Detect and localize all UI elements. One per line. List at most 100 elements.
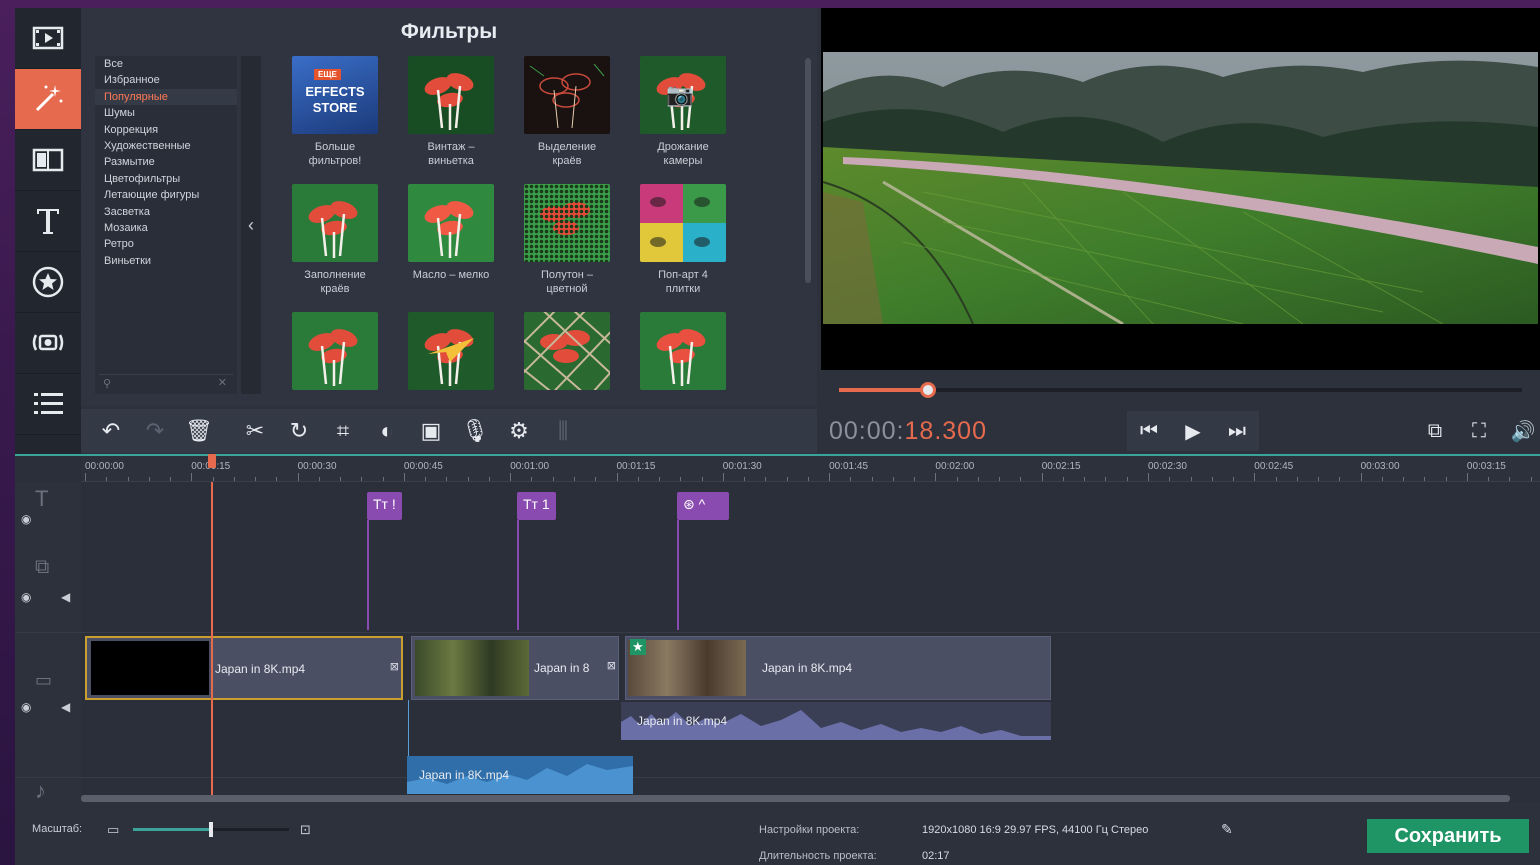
filter-category[interactable]: Засветка [95,204,237,220]
music-clip[interactable]: Japan in 8K.mp4 [407,756,633,794]
filter-category[interactable]: Коррекция [95,122,237,138]
video-clip[interactable]: Japan in 8 ⊠ [411,636,619,700]
tick-mark [1360,473,1362,481]
seek-track[interactable] [839,382,1522,398]
redo-icon: ↷ [145,418,165,443]
tick-mark [573,477,575,481]
playhead[interactable] [211,482,213,798]
filter-tile[interactable]: Винтаж – виньетка [393,56,509,168]
tick-mark [871,477,873,481]
zoom-handle[interactable] [209,822,213,837]
timeline-scrollbar[interactable] [81,795,1510,802]
filter-tile[interactable]: Выделение краёв [509,56,625,168]
crop-button[interactable]: ⌗ [321,411,365,451]
tick-label: 00:02:45 [1254,461,1294,472]
titles-tool[interactable] [15,191,81,252]
eye-icon[interactable]: ◉ [21,590,31,604]
tick-mark [1254,473,1256,481]
color-adjust-button[interactable]: ◐ [365,411,409,451]
filter-category[interactable]: Размытие [95,154,237,170]
filter-category[interactable]: Шумы [95,105,237,121]
filter-tile[interactable]: Заполнение краёв [277,184,393,296]
tick-mark [1062,477,1064,481]
fullscreen-button[interactable]: ⛶ [1457,411,1501,451]
filter-tile[interactable] [277,312,393,390]
import-media-tool[interactable] [15,8,81,69]
filter-category[interactable]: Цветофильтры [95,171,237,187]
undo-button[interactable]: ↶ [89,411,133,451]
filter-tile[interactable] [393,312,509,390]
split-button[interactable]: ✂ [233,411,277,451]
tick-mark [744,477,746,481]
tick-mark [1275,477,1277,481]
category-search[interactable]: ⚲ ✕ [99,374,233,390]
filter-tile[interactable]: Поп-арт 4 плитки [625,184,741,296]
marker-line [367,520,369,630]
filter-category[interactable]: Художественные [95,138,237,154]
filter-category[interactable]: Популярные [95,88,237,106]
filters-scrollbar[interactable] [805,58,811,283]
filter-tile[interactable]: Масло – мелко [393,184,509,282]
eye-icon[interactable]: ◉ [21,700,31,714]
save-button[interactable]: Сохранить [1367,819,1529,853]
zoom-out-icon[interactable]: ▭ [107,822,119,838]
skip-forward-button[interactable]: ⏭ [1215,411,1259,451]
rotate-button[interactable]: ↻ [277,411,321,451]
clear-icon[interactable]: ✕ [218,376,227,389]
filters-tool[interactable] [15,69,81,130]
filter-category[interactable]: Виньетки [95,253,237,269]
filter-tile[interactable]: ЕЩЕ EFFECTS STORE Больше фильтров! [277,56,393,168]
more-tools[interactable] [15,374,81,435]
video-clip[interactable]: Japan in 8K.mp4 ⊠ [85,636,403,700]
filter-category[interactable]: Мозаика [95,220,237,236]
time-ruler[interactable]: 00:00:0000:00:1500:00:3000:00:4500:01:00… [81,456,1540,482]
equalizer-button[interactable]: ⫼ [541,411,585,451]
stickers-tool[interactable] [15,252,81,313]
filter-thumbnail [524,312,610,390]
preview-seek-bar[interactable] [821,370,1540,410]
tick-mark [170,477,172,481]
audio-clip[interactable]: Japan in 8K.mp4 [621,702,1051,740]
marker-label: Tт ! [373,496,396,512]
speaker-icon[interactable]: ◀ [61,590,70,604]
playhead-handle[interactable] [208,454,216,468]
record-audio-button[interactable]: 🎙 [453,411,497,451]
collapse-categories-button[interactable]: ‹ [241,56,261,394]
seek-handle[interactable] [919,382,936,398]
settings-button[interactable]: ⚙ [497,411,541,451]
video-clip[interactable]: ★ Japan in 8K.mp4 [625,636,1051,700]
transitions-tool[interactable] [15,130,81,191]
filter-tile[interactable]: 📷 Дрожание камеры [625,56,741,168]
zoom-fill [133,828,211,831]
tick-label: 00:01:15 [616,461,656,472]
transition-icon[interactable]: ⊠ [390,660,399,673]
redo-button[interactable]: ↷ [133,411,177,451]
filter-category[interactable]: Избранное [95,72,237,88]
zoom-slider[interactable] [133,822,289,837]
edit-settings-icon[interactable]: ✎ [1221,821,1233,838]
sticker-marker[interactable]: ⊛ ^ [677,492,729,520]
filter-category[interactable]: Все [95,56,237,72]
filter-category[interactable]: Летающие фигуры [95,187,237,203]
play-button[interactable]: ▶ [1171,411,1215,451]
settings-label: Настройки проекта: [759,824,860,836]
volume-button[interactable]: 🔊 [1501,411,1540,451]
filter-category[interactable]: Ретро [95,236,237,252]
speaker-icon[interactable]: ◀ [61,700,70,714]
tick-mark [1424,477,1426,481]
filter-tile[interactable]: Полутон – цветной [509,184,625,296]
title-marker[interactable]: Tт 1 [517,492,556,520]
filter-tile[interactable] [509,312,625,390]
tick-mark [467,477,469,481]
stabilization-tool[interactable] [15,313,81,374]
tick-mark [1445,477,1447,481]
skip-back-button[interactable]: ⏮ [1127,411,1171,451]
insert-image-button[interactable]: ▣ [409,411,453,451]
delete-button[interactable]: 🗑 [177,411,221,451]
zoom-in-icon[interactable]: ⊡ [300,822,311,838]
filter-tile[interactable] [625,312,741,390]
eye-icon[interactable]: ◉ [21,512,31,526]
transition-icon[interactable]: ⊠ [607,659,616,672]
title-marker[interactable]: Tт ! [367,492,402,520]
export-preview-button[interactable]: ⧉ [1413,411,1457,451]
